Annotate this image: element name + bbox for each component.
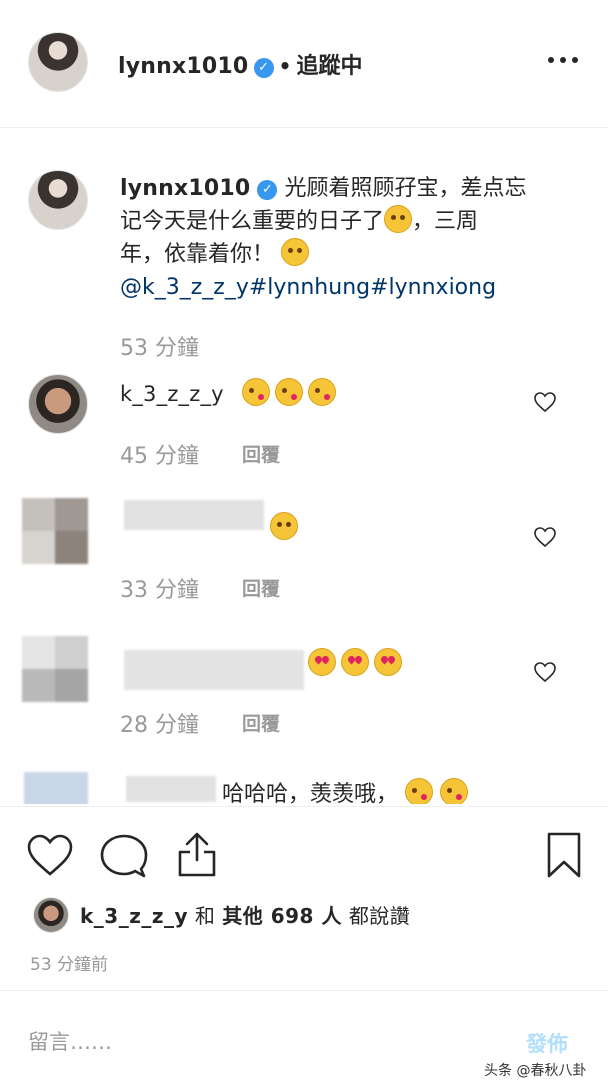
comment-like-heart-icon[interactable] — [533, 390, 557, 414]
comment-3-emojis — [308, 648, 403, 676]
comment-like-heart-icon[interactable] — [533, 525, 557, 549]
caption-avatar[interactable] — [28, 170, 88, 230]
caption-line2: 记今天是什么重要的日子了 — [120, 209, 385, 234]
header-divider — [0, 127, 608, 128]
actions-divider — [0, 806, 608, 807]
heart-eyes-emoji-icon — [308, 648, 336, 676]
comment-bubble-icon[interactable] — [100, 833, 148, 879]
likes-suffix: 都說讚 — [348, 904, 411, 928]
caption-block: lynnx1010 ✓ 光顾着照顾孖宝，差点忘 记今天是什么重要的日子了 ，三周 … — [120, 172, 560, 304]
liker-username[interactable]: k_3_z_z_y — [80, 904, 188, 928]
blurred-avatar — [24, 772, 88, 804]
comment-username[interactable]: k_3_z_z_y — [120, 382, 224, 406]
header-username[interactable]: lynnx1010 — [118, 54, 248, 79]
comment-input[interactable] — [28, 1024, 468, 1060]
comment-box-divider — [0, 990, 608, 991]
caption-line3: 年，依靠着你！ — [120, 242, 275, 267]
caption-username[interactable]: lynnx1010 — [120, 176, 250, 201]
post-time: 53 分鐘前 — [30, 955, 109, 975]
likes-summary: k_3_z_z_y 和 其他 698 人 都說讚 — [80, 900, 410, 929]
blurred-avatar — [22, 498, 88, 564]
comment-time: 28 分鐘 — [120, 713, 199, 738]
comment-avatar[interactable] — [28, 374, 88, 434]
caption-line2-end: ，三周 — [412, 209, 479, 234]
verified-badge-icon: ✓ — [253, 58, 274, 78]
following-button[interactable]: 追蹤中 — [297, 54, 363, 79]
verified-badge-icon: ✓ — [257, 180, 278, 200]
header-avatar[interactable] — [28, 32, 88, 92]
comment-like-heart-icon[interactable] — [533, 660, 557, 684]
comment-time: 45 分鐘 — [120, 444, 199, 469]
post-comment-button[interactable]: 發佈 — [526, 1028, 568, 1058]
caption-tags[interactable]: @k_3_z_z_y#lynnhung#lynnxiong — [120, 271, 560, 304]
reply-button[interactable]: 回覆 — [242, 440, 280, 467]
caption-line1: 光顾着照顾孖宝，差点忘 — [284, 176, 527, 201]
blurred-comment-text — [124, 650, 304, 690]
blurred-username — [126, 776, 216, 802]
reply-button[interactable]: 回覆 — [242, 574, 280, 601]
heart-eyes-emoji-icon — [341, 648, 370, 676]
kiss-emoji-icon — [308, 378, 337, 406]
comment-time: 33 分鐘 — [120, 578, 199, 603]
blurred-username — [124, 500, 264, 530]
liker-avatar[interactable] — [33, 897, 69, 933]
comment-1-body: k_3_z_z_y — [120, 378, 337, 406]
share-upload-icon[interactable] — [176, 830, 218, 878]
heart-eyes-emoji-icon — [374, 648, 403, 676]
blurred-avatar — [22, 636, 88, 702]
likes-and: 和 — [194, 904, 216, 928]
smile-emoji-icon — [270, 512, 298, 540]
likes-count-link[interactable]: 其他 698 人 — [222, 904, 342, 928]
kiss-emoji-icon — [440, 778, 469, 804]
kiss-emoji-icon — [405, 778, 434, 804]
watermark-text: 头条 @春秋八卦 — [484, 1063, 587, 1079]
more-options-icon[interactable] — [548, 57, 582, 67]
comment-4-clip: 哈哈哈，羡羡哦， — [0, 770, 608, 804]
caption-time: 53 分鐘 — [120, 336, 199, 361]
grin-emoji-icon — [281, 238, 310, 266]
separator-dot: • — [278, 54, 292, 78]
header-user: lynnx1010 ✓ • 追蹤中 — [118, 48, 363, 80]
bookmark-save-icon[interactable] — [546, 831, 582, 879]
reply-button[interactable]: 回覆 — [242, 709, 280, 736]
kiss-emoji-icon — [275, 378, 304, 406]
comment-4-text: 哈哈哈，羡羡哦， — [222, 782, 399, 804]
sweat-smile-emoji-icon — [384, 205, 413, 233]
kiss-emoji-icon — [241, 378, 270, 406]
like-heart-icon[interactable] — [26, 833, 74, 877]
